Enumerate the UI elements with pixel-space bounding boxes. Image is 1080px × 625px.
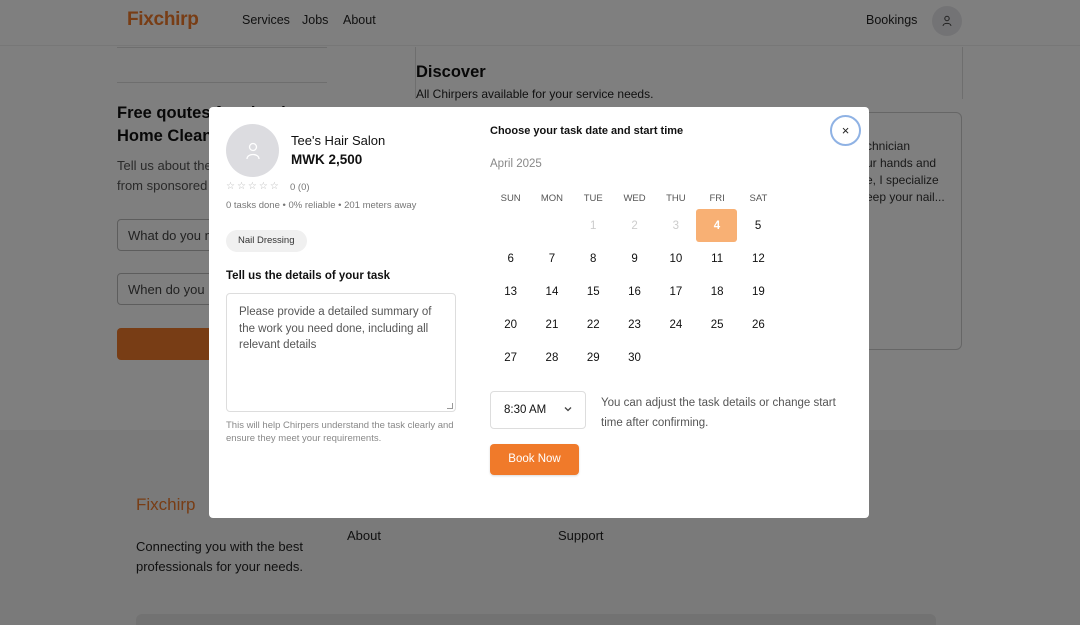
weekday-label: TUE (583, 193, 603, 204)
calendar-day[interactable]: 17 (655, 275, 696, 308)
task-details-help: This will help Chirpers understand the t… (226, 420, 454, 444)
weekday-label: SUN (500, 193, 521, 204)
calendar-month: April 2025 (490, 158, 542, 170)
calendar-week-row: 27 28 29 30 (490, 341, 780, 374)
calendar-day[interactable]: 14 (531, 275, 572, 308)
weekday-label: WED (623, 193, 646, 204)
chevron-down-icon (564, 407, 572, 412)
calendar-day-disabled: 3 (672, 219, 680, 232)
calendar-day[interactable]: 10 (655, 242, 696, 275)
calendar-day[interactable]: 25 (696, 308, 737, 341)
calendar-day[interactable]: 5 (737, 209, 778, 242)
calendar-day[interactable]: 29 (573, 341, 614, 374)
provider-price: MWK 2,500 (291, 152, 363, 167)
calendar-day[interactable]: 16 (614, 275, 655, 308)
provider-name: Tee's Hair Salon (291, 133, 386, 148)
task-details-label: Tell us the details of your task (226, 270, 391, 282)
calendar-empty-cell (655, 341, 696, 374)
weekday-label: THU (666, 193, 686, 204)
calendar-day[interactable]: 26 (738, 308, 779, 341)
provider-avatar (226, 124, 279, 177)
start-time-value: 8:30 AM (504, 404, 547, 416)
task-details-textarea[interactable]: Please provide a detailed summary of the… (226, 293, 456, 412)
calendar-empty-cell (738, 341, 779, 374)
calendar-day[interactable]: 6 (490, 242, 531, 275)
calendar-week-row: 6 7 8 9 10 11 12 (490, 242, 780, 275)
service-tag: Nail Dressing (226, 230, 307, 252)
calendar-day[interactable]: 11 (696, 242, 737, 275)
provider-stats: 0 tasks done • 0% reliable • 201 meters … (226, 200, 417, 211)
calendar-day-selected[interactable]: 4 (696, 209, 738, 242)
calendar-day[interactable]: 12 (738, 242, 779, 275)
rating-count: 0 (0) (290, 182, 310, 193)
calendar-weekdays: SUN MON TUE WED THU FRI SAT (490, 189, 780, 209)
calendar-week-row: 13 14 15 16 17 18 19 (490, 275, 780, 308)
calendar-day-disabled: 2 (631, 219, 638, 232)
calendar-day[interactable]: 28 (531, 341, 572, 374)
user-icon (245, 142, 260, 159)
weekday-label: MON (540, 193, 564, 204)
calendar-week-row: 1 2 3 45 (490, 209, 780, 242)
weekday-label: FRI (709, 193, 725, 204)
calendar-day[interactable]: 23 (614, 308, 655, 341)
calendar-week-row: 20 21 22 23 24 25 26 (490, 308, 780, 341)
start-time-select[interactable]: 8:30 AM (490, 391, 586, 429)
date-time-label: Choose your task date and start time (490, 125, 684, 137)
calendar-empty-cell (531, 209, 572, 242)
calendar-day[interactable]: 20 (490, 308, 531, 341)
close-button[interactable]: × (830, 115, 861, 146)
calendar-day[interactable]: 21 (531, 308, 572, 341)
resize-handle-icon[interactable] (447, 403, 453, 409)
close-icon: × (841, 123, 850, 138)
calendar-day[interactable]: 18 (696, 275, 737, 308)
task-details-placeholder: Please provide a detailed summary of the… (239, 306, 432, 351)
calendar-day[interactable]: 19 (738, 275, 779, 308)
calendar-empty-cell (490, 209, 531, 242)
weekday-label: SAT (749, 193, 768, 204)
calendar-day[interactable]: 24 (655, 308, 696, 341)
calendar-empty-cell (696, 341, 737, 374)
calendar-day[interactable]: 8 (573, 242, 614, 275)
calendar-day[interactable]: 7 (531, 242, 572, 275)
calendar-day[interactable]: 27 (490, 341, 531, 374)
booking-modal: Tee's Hair Salon MWK 2,500 ☆☆☆☆☆ 0 (0) 0… (209, 107, 869, 518)
calendar-day[interactable]: 22 (573, 308, 614, 341)
calendar-day[interactable]: 9 (614, 242, 655, 275)
calendar: SUN MON TUE WED THU FRI SAT 1 2 3 4 5 6 7 8 9 10 1… (490, 189, 780, 374)
calendar-day[interactable]: 15 (573, 275, 614, 308)
adjust-note: You can adjust the task details or chang… (601, 397, 836, 429)
calendar-day[interactable]: 30 (614, 341, 655, 374)
calendar-day-disabled: 1 (590, 219, 597, 232)
star-rating-icon: ☆☆☆☆☆ (226, 181, 281, 192)
calendar-day[interactable]: 13 (490, 275, 531, 308)
calendar-grid: 1 2 3 4 5 6 7 8 9 10 11 12 13 14 15 16 17 18 19 20 21 22 23 24 2… (490, 209, 780, 374)
book-now-button[interactable]: Book Now (490, 444, 579, 475)
